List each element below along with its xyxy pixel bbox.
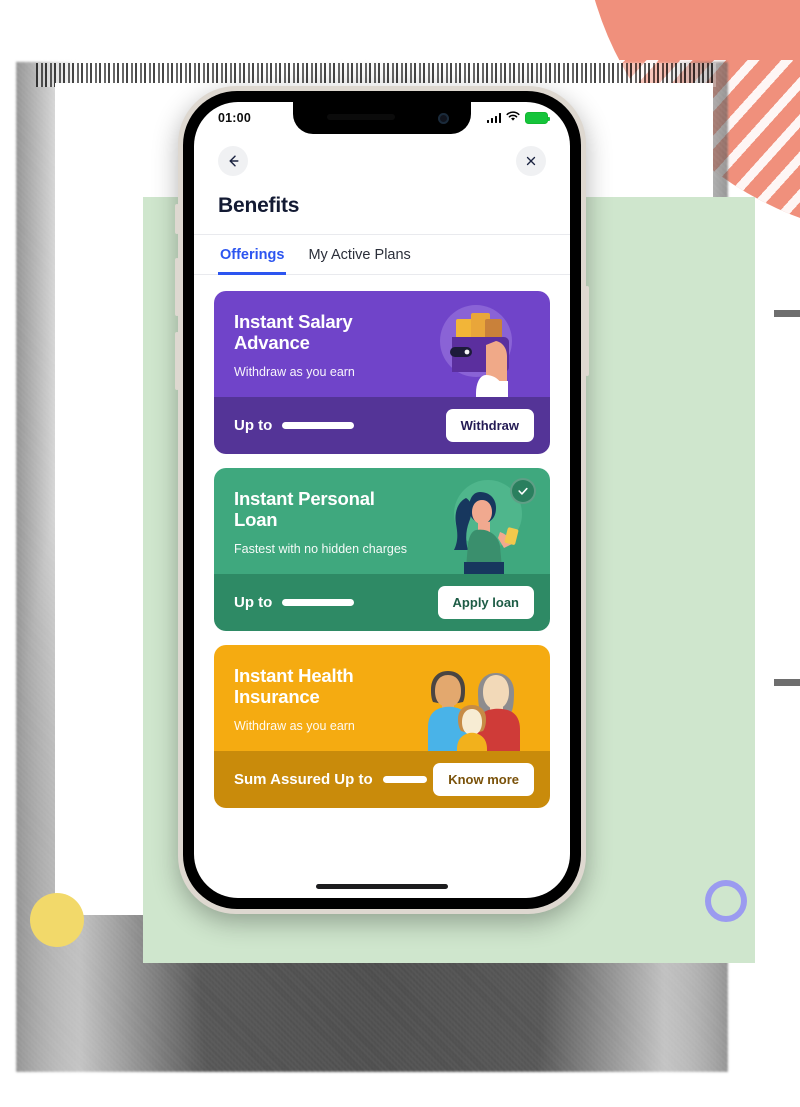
home-indicator[interactable] xyxy=(316,884,448,889)
hand-holding-wallet-with-cash-illustration xyxy=(440,304,512,397)
phone-mockup: 01:00 Benefits Offerings My Active Plans… xyxy=(175,86,589,914)
card-amount-row: Up to xyxy=(234,593,355,611)
tab-bar: Offerings My Active Plans xyxy=(194,234,570,275)
close-icon xyxy=(526,156,536,166)
card-footer-label: Sum Assured Up to xyxy=(234,770,373,788)
status-bar-clock: 01:00 xyxy=(218,111,251,125)
card-footer-health: Sum Assured Up to Know more xyxy=(214,750,550,808)
card-title: Instant Personal Loan xyxy=(234,487,375,531)
edge-marker-top xyxy=(774,310,800,317)
masked-amount-bar xyxy=(282,598,355,606)
purple-ring-decoration xyxy=(705,880,747,922)
yellow-circle-decoration xyxy=(30,893,84,947)
offerings-list: Instant Salary Advance Withdraw as you e… xyxy=(194,275,570,808)
app-bar xyxy=(194,134,570,180)
know-more-button[interactable]: Know more xyxy=(433,762,534,796)
phone-body: 01:00 Benefits Offerings My Active Plans… xyxy=(183,91,581,909)
edge-marker-bottom xyxy=(774,679,800,686)
phone-mute-switch[interactable] xyxy=(175,204,179,234)
masked-amount-bar xyxy=(382,775,427,783)
phone-volume-down-button[interactable] xyxy=(175,332,179,390)
phone-screen: 01:00 Benefits Offerings My Active Plans… xyxy=(194,102,570,898)
card-footer-salary: Up to Withdraw xyxy=(214,396,550,454)
wifi-icon xyxy=(506,109,520,127)
card-top-health: Instant Health Insurance Withdraw as you… xyxy=(214,644,550,751)
cellular-signal-icon xyxy=(486,113,501,123)
masked-amount-bar xyxy=(282,421,355,429)
card-instant-health-insurance[interactable]: Instant Health Insurance Withdraw as you… xyxy=(214,644,550,808)
withdraw-button[interactable]: Withdraw xyxy=(445,408,534,442)
phone-volume-up-button[interactable] xyxy=(175,258,179,316)
status-bar-indicators xyxy=(486,109,550,127)
check-circle-icon xyxy=(518,487,528,495)
card-footer-label: Up to xyxy=(234,416,273,434)
arrow-left-icon xyxy=(229,155,239,167)
card-amount-row: Sum Assured Up to xyxy=(234,771,427,788)
card-top-loan: Instant Personal Loan Fastest with no hi… xyxy=(214,467,550,574)
status-bar: 01:00 xyxy=(194,102,570,134)
active-check-badge xyxy=(510,477,536,504)
family-of-three-illustration xyxy=(428,670,520,751)
apply-loan-button[interactable]: Apply loan xyxy=(437,585,534,619)
page-title: Benefits xyxy=(218,194,300,217)
scene-root: 01:00 Benefits Offerings My Active Plans… xyxy=(0,0,800,1107)
card-amount-row: Up to xyxy=(234,416,355,434)
phone-power-button[interactable] xyxy=(585,286,589,376)
card-instant-salary-advance[interactable]: Instant Salary Advance Withdraw as you e… xyxy=(214,291,550,454)
tab-offerings[interactable]: Offerings xyxy=(218,236,287,275)
card-footer-loan: Up to Apply loan xyxy=(214,573,550,631)
card-footer-label: Up to xyxy=(234,593,273,611)
close-button[interactable] xyxy=(516,146,546,176)
card-top-salary: Instant Salary Advance Withdraw as you e… xyxy=(214,291,550,397)
card-title: Instant Salary Advance xyxy=(234,311,353,354)
back-button[interactable] xyxy=(218,146,248,176)
tab-my-active-plans[interactable]: My Active Plans xyxy=(306,236,412,275)
card-instant-personal-loan[interactable]: Instant Personal Loan Fastest with no hi… xyxy=(214,467,550,631)
card-title: Instant Health Insurance xyxy=(234,664,354,708)
battery-full-icon xyxy=(525,112,550,124)
